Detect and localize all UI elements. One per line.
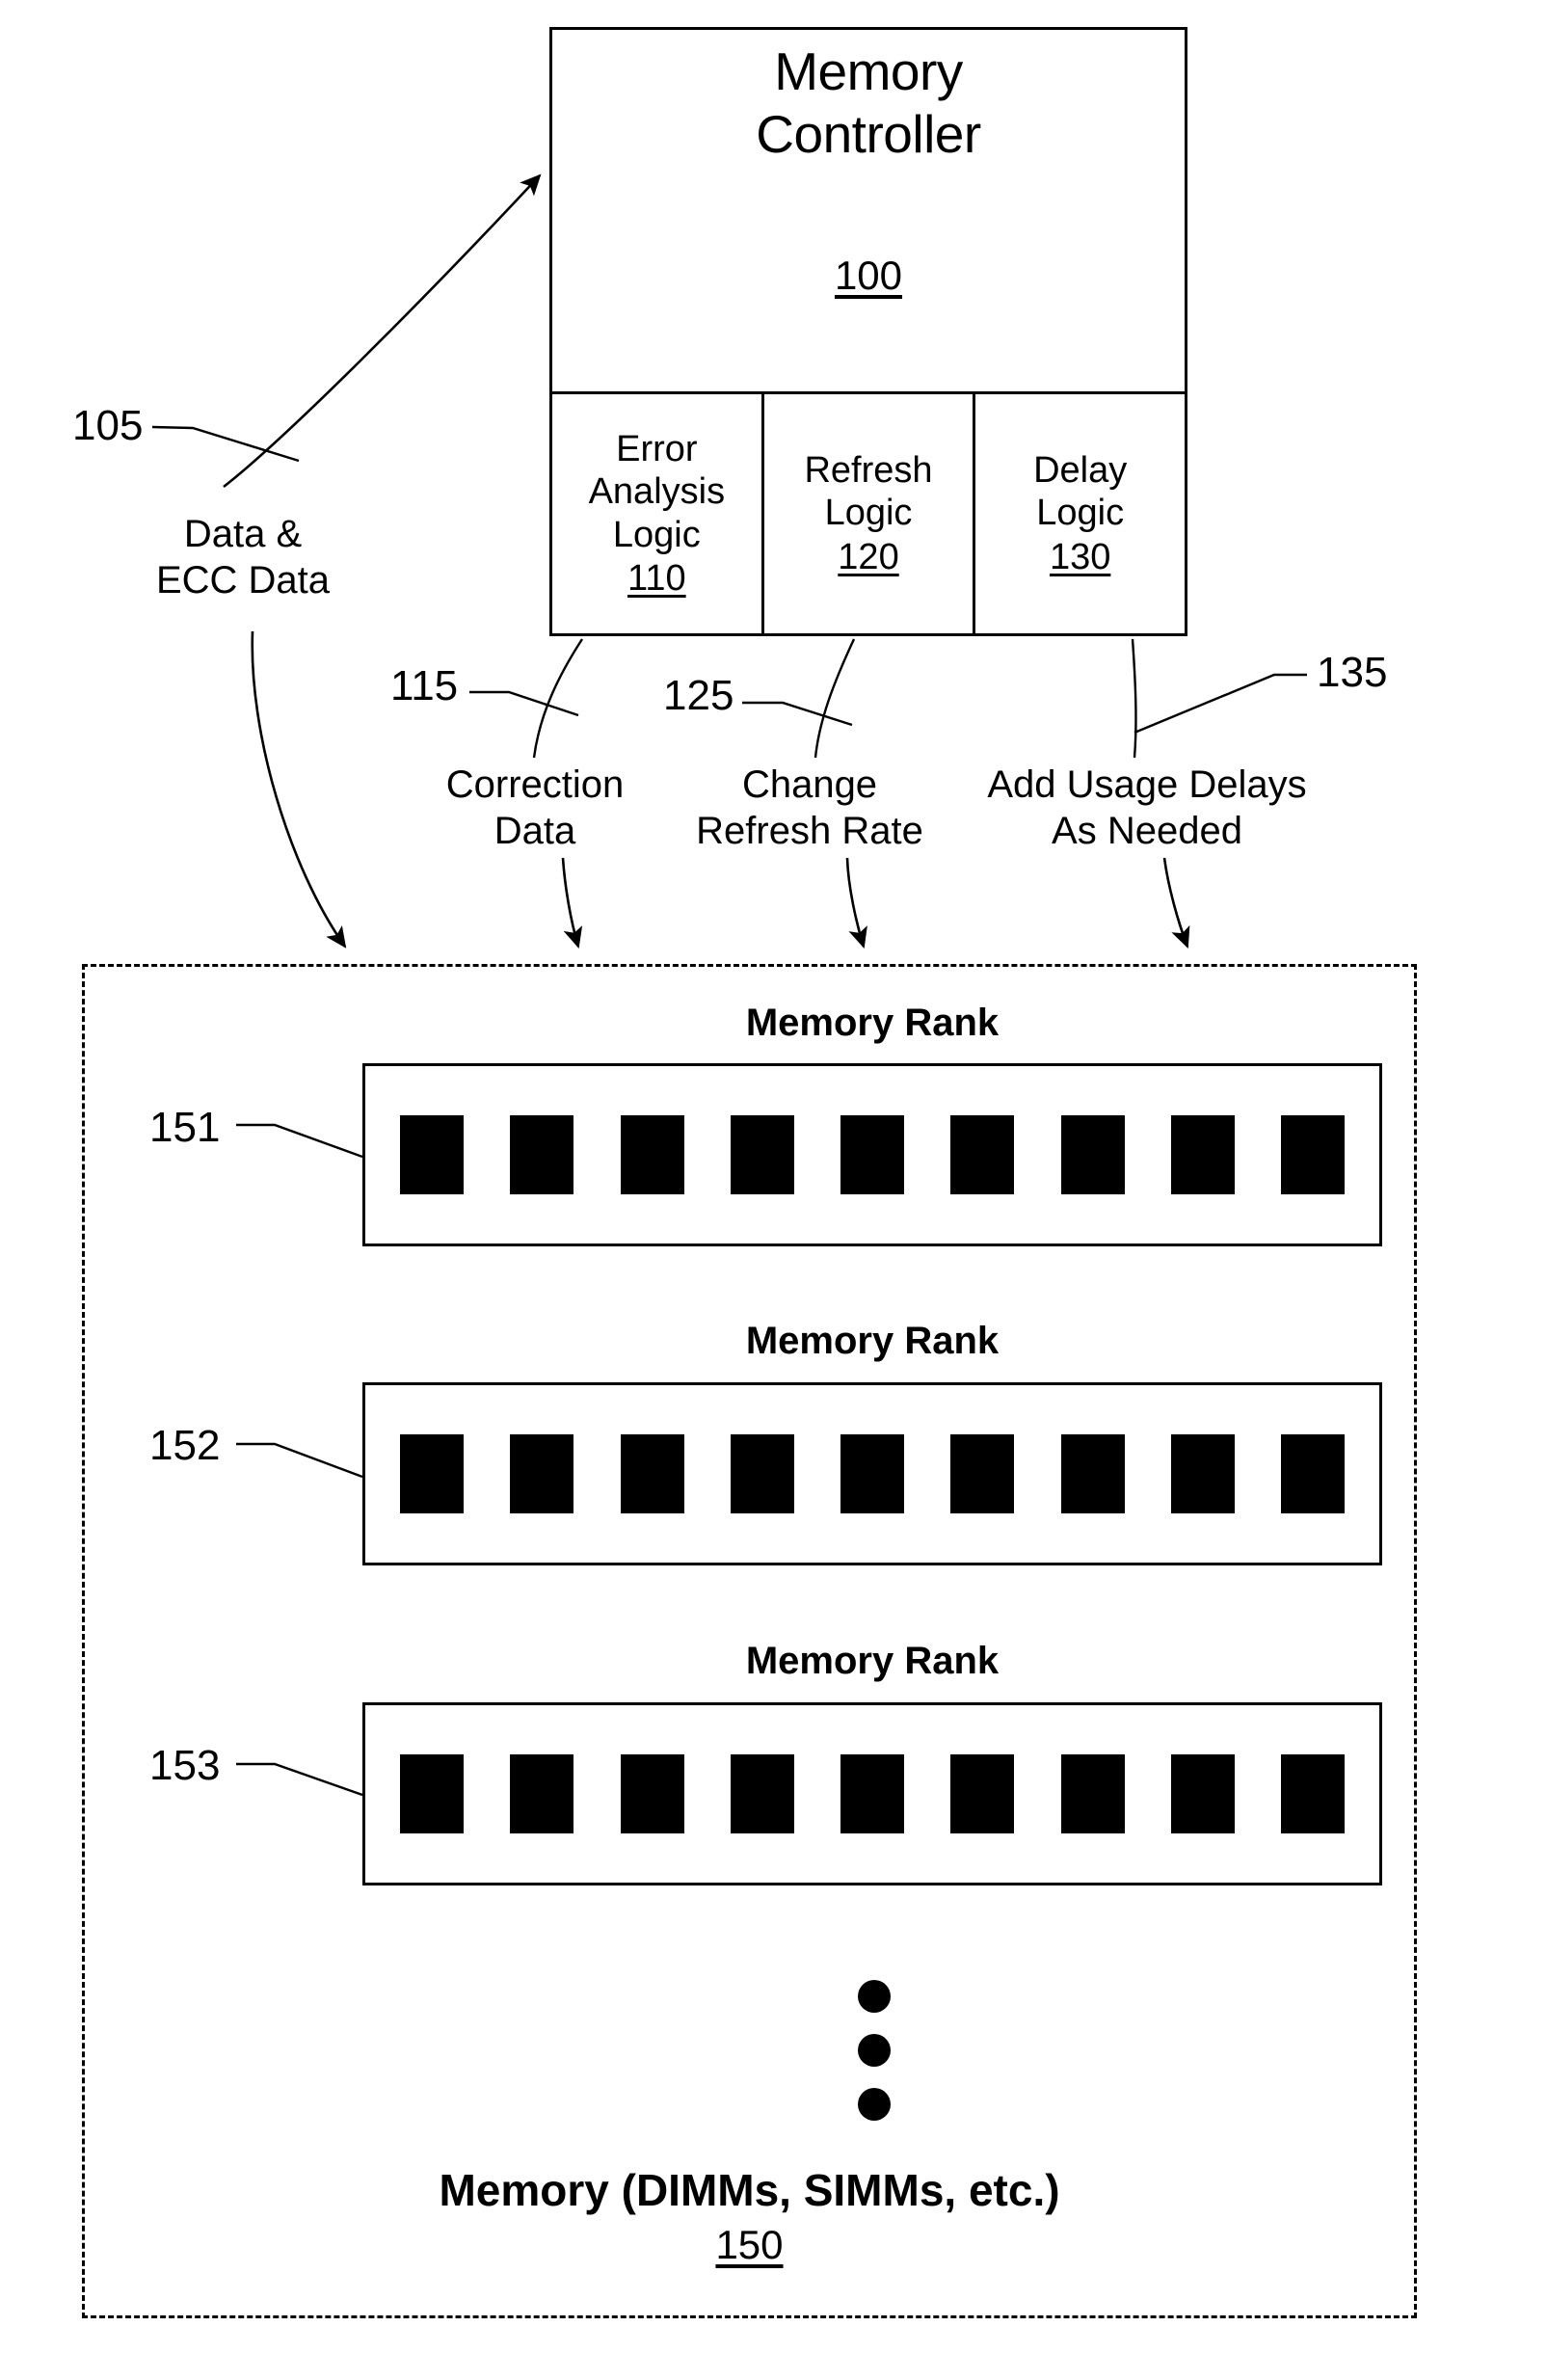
memory-chip [400, 1754, 464, 1833]
flow-label-correction-data-line2: Data [493, 810, 576, 852]
memory-chip [620, 1115, 684, 1194]
memory-chip [1060, 1754, 1125, 1833]
memory-controller-numeral: 100 [834, 253, 903, 298]
leader-line-125 [742, 701, 853, 727]
refresh-logic-line1: Refresh [804, 450, 933, 492]
leader-line-105 [151, 425, 300, 463]
memory-chip [1060, 1434, 1125, 1513]
arrow-refresh-rate-to-memory [845, 857, 867, 949]
memory-chip [730, 1754, 794, 1833]
memory-controller-numeral-wrap: 100 [549, 253, 1187, 299]
flow-label-add-usage-delays-line2: As Needed [1052, 810, 1242, 852]
refresh-logic-numeral: 120 [838, 536, 899, 577]
memory-chip [730, 1115, 794, 1194]
memory-chip [510, 1754, 574, 1833]
leader-line-135 [1134, 673, 1307, 735]
memory-rank-box-152 [362, 1382, 1382, 1565]
reference-numeral-115: 115 [390, 662, 459, 709]
flow-label-add-usage-delays: Add Usage Delays As Needed [964, 762, 1330, 854]
error-analysis-logic-line2: Analysis [588, 471, 726, 513]
arrow-correction-data-to-memory [561, 857, 583, 949]
memory-chip [840, 1434, 904, 1513]
reference-numeral-153: 153 [149, 1742, 221, 1789]
memory-chip [400, 1115, 464, 1194]
flow-label-data-and-ecc-data-line1: Data & [183, 513, 303, 555]
memory-controller-logic-row: Error Analysis Logic 110 Refresh Logic 1… [552, 394, 1185, 633]
leader-line-115 [469, 690, 579, 717]
reference-numeral-150: 150 [715, 2222, 784, 2267]
reference-numeral-151: 151 [149, 1104, 221, 1151]
flow-label-change-refresh-rate-line2: Refresh Rate [696, 810, 923, 852]
arrow-refresh-rate-from-logic [814, 638, 856, 759]
memory-chip [510, 1115, 574, 1194]
memory-rank-title-151: Memory Rank [745, 1002, 1000, 1044]
arrow-data-ecc-to-memory [251, 630, 347, 949]
flow-label-change-refresh-rate-line1: Change [741, 763, 878, 806]
flow-label-data-and-ecc-data: Data & ECC Data [89, 511, 397, 603]
error-analysis-logic-block: Error Analysis Logic 110 [552, 394, 761, 633]
memory-chip [950, 1754, 1015, 1833]
flow-label-correction-data-line1: Correction [445, 763, 625, 806]
refresh-logic-line2: Logic [824, 493, 913, 534]
memory-caption-numeral: 150 [82, 2222, 1417, 2268]
memory-chip [510, 1434, 574, 1513]
flow-label-add-usage-delays-line1: Add Usage Delays [987, 763, 1307, 806]
memory-chip [1281, 1115, 1345, 1194]
flow-label-change-refresh-rate: Change Refresh Rate [665, 762, 954, 854]
arrow-data-ecc-to-controller [223, 174, 542, 489]
refresh-logic-block: Refresh Logic 120 [760, 394, 974, 633]
memory-rank-box-151 [362, 1063, 1382, 1246]
error-analysis-logic-numeral: 110 [627, 557, 686, 599]
delay-logic-block: Delay Logic 130 [973, 394, 1185, 633]
flow-label-correction-data: Correction Data [400, 762, 670, 854]
delay-logic-line2: Logic [1036, 493, 1125, 534]
memory-controller-title-line2: Controller [756, 103, 981, 164]
vertical-ellipsis-dot-icon [858, 2088, 891, 2121]
memory-chip [1170, 1115, 1235, 1194]
memory-rank-box-153 [362, 1702, 1382, 1885]
memory-chip [950, 1115, 1015, 1194]
memory-rank-title-152: Memory Rank [745, 1320, 1000, 1362]
memory-chip [1170, 1754, 1235, 1833]
memory-rank-title-153: Memory Rank [745, 1640, 1000, 1682]
memory-chip [620, 1754, 684, 1833]
reference-numeral-105: 105 [72, 402, 144, 449]
patent-figure-page: Memory Controller 100 Error Analysis Log… [0, 0, 1547, 2380]
error-analysis-logic-line1: Error [616, 429, 698, 470]
memory-controller-title-line1: Memory [774, 41, 963, 101]
delay-logic-line1: Delay [1033, 450, 1128, 492]
memory-chip [1060, 1115, 1125, 1194]
memory-chip [400, 1434, 464, 1513]
vertical-ellipsis-dot-icon [858, 1980, 891, 2013]
memory-chip [1281, 1754, 1345, 1833]
vertical-ellipsis-dot-icon [858, 2034, 891, 2067]
arrow-usage-delays-from-logic [1131, 638, 1137, 759]
memory-chip [950, 1434, 1015, 1513]
memory-chip [730, 1434, 794, 1513]
reference-numeral-152: 152 [149, 1422, 221, 1469]
memory-chip [840, 1115, 904, 1194]
flow-label-data-and-ecc-data-line2: ECC Data [155, 559, 331, 602]
memory-controller-title: Memory Controller [549, 40, 1187, 166]
arrow-correction-data-from-logic [532, 638, 584, 759]
memory-chip [620, 1434, 684, 1513]
arrow-usage-delays-to-memory [1162, 857, 1190, 949]
error-analysis-logic-line3: Logic [612, 514, 701, 555]
delay-logic-numeral: 130 [1049, 536, 1111, 577]
memory-chip [840, 1754, 904, 1833]
memory-caption: Memory (DIMMs, SIMMs, etc.) [439, 2165, 1060, 2215]
memory-chip [1170, 1434, 1235, 1513]
reference-numeral-125: 125 [663, 672, 734, 719]
reference-numeral-135: 135 [1317, 649, 1388, 696]
memory-chip [1281, 1434, 1345, 1513]
